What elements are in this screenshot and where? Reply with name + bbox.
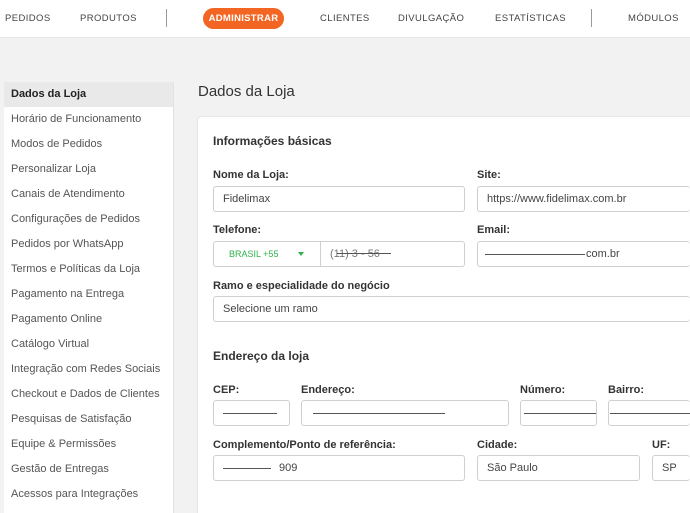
nav-estatisticas[interactable]: ESTATÍSTICAS [495, 13, 566, 24]
city-input[interactable]: São Paulo [477, 455, 640, 481]
redaction-mark [337, 253, 391, 254]
email-label: Email: [477, 224, 511, 236]
nav-divider [591, 9, 592, 27]
address-title: Endereço da loja [213, 349, 310, 363]
nav-clientes[interactable]: CLIENTES [320, 13, 370, 24]
nav-pedidos[interactable]: PEDIDOS [5, 13, 51, 24]
sidebar-item-checkout[interactable]: Checkout e Dados de Clientes [4, 382, 173, 407]
site-label: Site: [477, 169, 501, 181]
top-nav: PEDIDOS PRODUTOS ADMINISTRAR CLIENTES DI… [0, 0, 690, 38]
sidebar-item-canais-atendimento[interactable]: Canais de Atendimento [4, 182, 173, 207]
state-input[interactable]: SP [652, 455, 690, 481]
email-value: com.br [586, 248, 620, 260]
sidebar-item-redes-sociais[interactable]: Integração com Redes Sociais [4, 357, 173, 382]
number-label: Número: [520, 384, 566, 396]
redaction-mark [223, 413, 277, 414]
page-title: Dados da Loja [198, 83, 295, 100]
sidebar-item-acessos-integracoes[interactable]: Acessos para Integrações [4, 482, 173, 507]
sidebar-item-pesquisas-satisfacao[interactable]: Pesquisas de Satisfação [4, 407, 173, 432]
nav-produtos[interactable]: PRODUTOS [80, 13, 137, 24]
sidebar-item-horario[interactable]: Horário de Funcionamento [4, 107, 173, 132]
sidebar-item-gestao-entregas[interactable]: Gestão de Entregas [4, 457, 173, 482]
city-label: Cidade: [477, 439, 518, 451]
sidebar-item-equipe-permissoes[interactable]: Equipe & Permissões [4, 432, 173, 457]
redaction-mark [223, 468, 271, 469]
store-name-label: Nome da Loja: [213, 169, 289, 181]
sidebar-item-modos-pedidos[interactable]: Modos de Pedidos [4, 132, 173, 157]
phone-country-label: BRASIL +55 [229, 249, 279, 259]
nav-modulos[interactable]: MÓDULOS [628, 13, 679, 24]
phone-country-select[interactable]: BRASIL +55 [213, 241, 321, 267]
sidebar-item-pagamento-entrega[interactable]: Pagamento na Entrega [4, 282, 173, 307]
sidebar-item-configuracoes-pedidos[interactable]: Configurações de Pedidos [4, 207, 173, 232]
segment-select[interactable]: Selecione um ramo [213, 296, 690, 322]
complement-value: 909 [279, 462, 298, 474]
site-input[interactable]: https://www.fidelimax.com.br [477, 186, 690, 212]
sidebar-item-termos-politicas[interactable]: Termos e Políticas da Loja [4, 257, 173, 282]
redaction-mark [313, 413, 445, 414]
cep-label: CEP: [213, 384, 240, 396]
district-label: Bairro: [608, 384, 645, 396]
redaction-mark [610, 413, 690, 414]
nav-administrar[interactable]: ADMINISTRAR [203, 8, 284, 29]
state-label: UF: [652, 439, 671, 451]
nav-divulgacao[interactable]: DIVULGAÇÃO [398, 13, 464, 24]
phone-label: Telefone: [213, 224, 262, 236]
sidebar-item-pedidos-whatsapp[interactable]: Pedidos por WhatsApp [4, 232, 173, 257]
sidebar-item-catalogo-virtual[interactable]: Catálogo Virtual [4, 332, 173, 357]
chevron-down-icon [298, 252, 304, 256]
segment-label: Ramo e especialidade do negócio [213, 280, 390, 292]
sidebar-item-pagamento-online[interactable]: Pagamento Online [4, 307, 173, 332]
complement-label: Complemento/Ponto de referência: [213, 439, 396, 451]
street-label: Endereço: [301, 384, 355, 396]
nav-divider [166, 9, 167, 27]
basic-info-title: Informações básicas [213, 134, 332, 148]
store-name-input[interactable]: Fidelimax [213, 186, 465, 212]
sidebar-item-dados-da-loja[interactable]: Dados da Loja [4, 82, 173, 107]
phone-input[interactable]: (11) 3 - 56 [320, 241, 465, 267]
phone-value: (11) 3 - 56 [330, 248, 380, 260]
redaction-mark [524, 413, 596, 414]
sidebar-item-personalizar-loja[interactable]: Personalizar Loja [4, 157, 173, 182]
redaction-mark [485, 254, 585, 255]
sidebar: Dados da Loja Horário de Funcionamento M… [4, 82, 174, 513]
